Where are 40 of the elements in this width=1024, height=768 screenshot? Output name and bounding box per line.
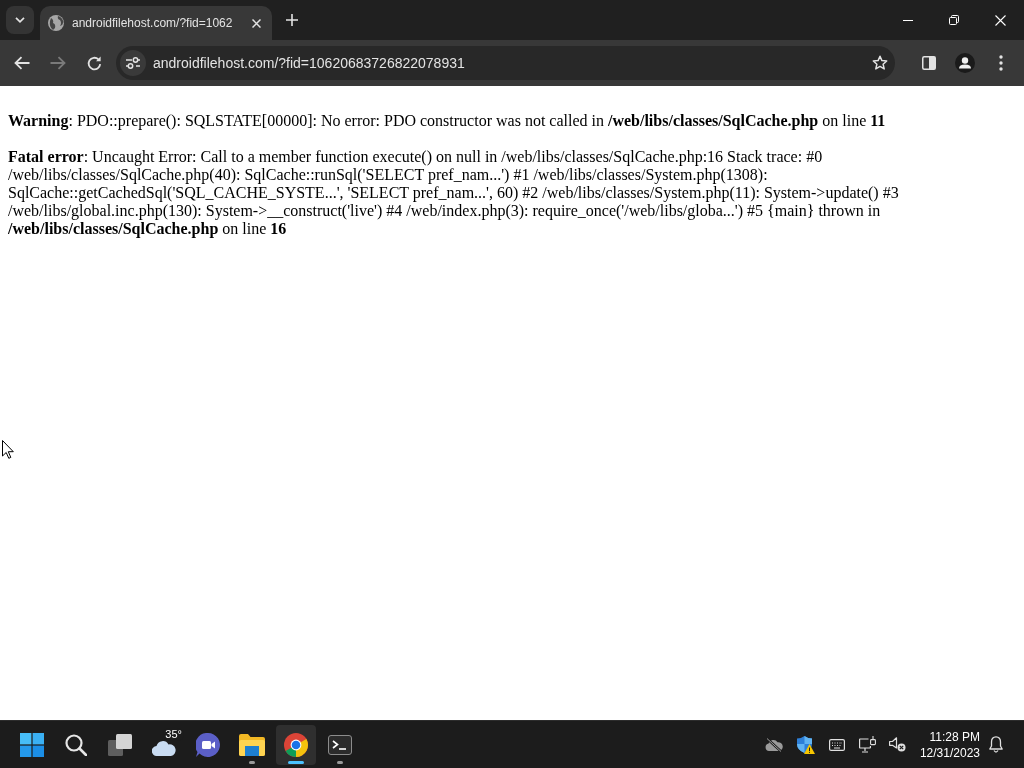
cloud-icon <box>152 739 176 756</box>
side-panel-icon <box>922 56 936 70</box>
task-view-icon <box>108 733 132 756</box>
volume-muted-icon <box>888 737 906 752</box>
clock-time: 11:28 PM <box>929 728 980 745</box>
cloud-off-icon <box>765 737 783 752</box>
terminal-icon <box>328 734 352 755</box>
more-vertical-icon <box>999 55 1003 71</box>
reload-icon <box>86 55 102 71</box>
folder-icon <box>239 733 265 756</box>
video-chat-icon <box>196 732 220 757</box>
clock-date: 12/31/2023 <box>919 744 980 761</box>
windows-logo-icon <box>20 732 44 757</box>
weather-button[interactable]: 35° <box>144 724 184 765</box>
browser-logo-icon <box>284 732 308 757</box>
globe-icon <box>48 15 64 31</box>
star-icon <box>872 55 888 71</box>
plus-icon <box>286 14 298 26</box>
tab-search-button[interactable] <box>6 6 34 34</box>
search-icon <box>65 733 87 756</box>
error-message: Fatal error: Uncaught Error: Call to a member function execute() on null in /web/libs/classes/SqlCache.php:16 Stack trace: #0 /web/libs/classes/SqlCache.php(40): SqlCache::runSql('SELECT pref_nam...') #1 /web/libs/classes/System.php(1308): SqlCache::getCachedSql('SQL_CACHE_SYSTE...', 'SELECT pref_nam...', 60) #2 /web/libs/classes/System.php(11): System->update() #3 /web/libs/global.inc.php(130): System->__construct('live') #4 /web/index.php(3): require_once('/web/libs/globa...') #5 {main} thrown in /web/libs/classes/SqlCache.php on line 16 <box>8 148 900 238</box>
temperature-badge: 35° <box>163 727 184 741</box>
site-info-button[interactable] <box>120 50 146 76</box>
restore-icon <box>949 15 959 25</box>
shield-warning-icon <box>797 735 815 754</box>
close-icon <box>994 14 1006 26</box>
back-arrow-icon <box>14 56 30 70</box>
address-bar[interactable]: androidfilehost.com/?fid=10620683726822078931 <box>116 46 895 80</box>
forward-arrow-icon <box>50 56 66 70</box>
close-icon <box>251 18 261 28</box>
caret-icon <box>15 17 25 23</box>
minimize-icon <box>903 19 913 21</box>
error-message: Warning: PDO::prepare(): SQLSTATE[00000]: No error: PDO constructor was not called in /web/libs/classes/SqlCache.php on line 11 <box>8 112 887 130</box>
keyboard-icon <box>829 738 845 751</box>
bell-icon <box>989 736 1003 753</box>
browser-tab[interactable]: androidfilehost.com/?fid=1062 <box>40 6 272 40</box>
browser-app-button[interactable] <box>276 724 316 765</box>
wired-network-icon <box>858 736 876 753</box>
avatar-icon <box>955 53 975 73</box>
tune-icon <box>126 57 140 69</box>
